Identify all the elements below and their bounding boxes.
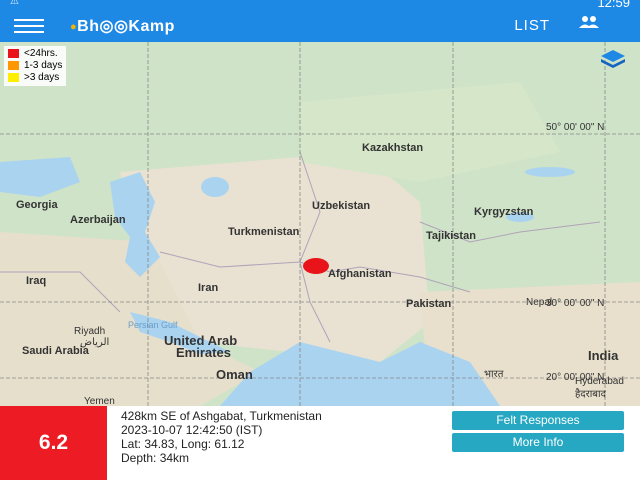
magnitude-badge: 6.2 <box>0 406 107 480</box>
legend-swatch-orange <box>8 60 19 70</box>
map-label-kyrgyzstan: Kyrgyzstan <box>474 206 534 218</box>
warning-triangle-icon: ⚠ <box>10 0 19 7</box>
status-time: 12:59 <box>597 0 630 10</box>
map-label-azerbaijan: Azerbaijan <box>70 214 126 226</box>
layers-icon[interactable] <box>600 48 626 70</box>
map-label-kazakhstan: Kazakhstan <box>362 142 424 154</box>
more-info-button[interactable]: More Info <box>452 433 624 452</box>
map-label-india: India <box>588 348 619 363</box>
map-label-uzbekistan: Uzbekistan <box>312 200 371 212</box>
map-label-turkmenistan: Turkmenistan <box>228 226 300 238</box>
hamburger-menu-icon[interactable] <box>14 19 44 33</box>
map-label-georgia: Georgia <box>16 199 58 211</box>
event-datetime: 2023-10-07 12:42:50 (IST) <box>121 423 263 437</box>
map-view[interactable]: Kazakhstan Georgia Azerbaijan Uzbekistan… <box>0 42 640 406</box>
event-info: 428km SE of Ashgabat, Turkmenistan 2023-… <box>121 409 322 465</box>
map-label-persian-gulf: Persian Gulf <box>128 320 178 330</box>
status-bar: ⚠ 12:59 <box>0 0 640 10</box>
legend-item: <24hrs. <box>8 48 62 60</box>
legend: <24hrs. 1-3 days >3 days <box>4 46 67 86</box>
latitude-label-50n: 50° 00' 00" N <box>546 122 605 133</box>
logo-text: Bh◎◎Kamp <box>77 18 175 35</box>
app-logo: ●Bh◎◎Kamp <box>70 16 175 36</box>
latitude-label-30n: 30° 00' 00" N <box>546 298 605 309</box>
app-bar: ●Bh◎◎Kamp LIST <box>0 10 640 42</box>
event-depth: Depth: 34km <box>121 451 190 465</box>
earthquake-marker[interactable] <box>303 258 329 274</box>
legend-swatch-red <box>8 48 19 58</box>
map-label-uae-line2: Emirates <box>176 345 231 360</box>
legend-swatch-yellow <box>8 72 19 82</box>
map-label-hyderabad-hindi: हैदराबाद <box>575 389 606 400</box>
map-label-afghanistan: Afghanistan <box>328 268 392 280</box>
list-button[interactable]: LIST <box>514 17 550 34</box>
map-label-riyadh: Riyadh <box>74 326 106 337</box>
map-label-tajikistan: Tajikistan <box>426 230 476 242</box>
event-location: 428km SE of Ashgabat, Turkmenistan <box>121 409 322 423</box>
event-panel: 6.2 428km SE of Ashgabat, Turkmenistan 2… <box>0 406 640 480</box>
latitude-label-20n: 20° 00' 00" N <box>546 372 605 383</box>
map-label-saudi-arabia: Saudi Arabia <box>22 345 89 357</box>
map-label-pakistan: Pakistan <box>406 298 452 310</box>
users-icon[interactable] <box>578 15 600 34</box>
legend-item: 1-3 days <box>8 60 62 72</box>
map-label-yemen: Yemen <box>84 396 115 406</box>
map-label-india-hindi: भारत <box>484 369 504 380</box>
map-label-iran: Iran <box>198 282 219 294</box>
map-label-iraq: Iraq <box>26 275 47 287</box>
felt-responses-button[interactable]: Felt Responses <box>452 411 624 430</box>
legend-item: >3 days <box>8 72 62 84</box>
event-latlong: Lat: 34.83, Long: 61.12 <box>121 437 245 451</box>
map-label-oman: Oman <box>216 367 253 382</box>
